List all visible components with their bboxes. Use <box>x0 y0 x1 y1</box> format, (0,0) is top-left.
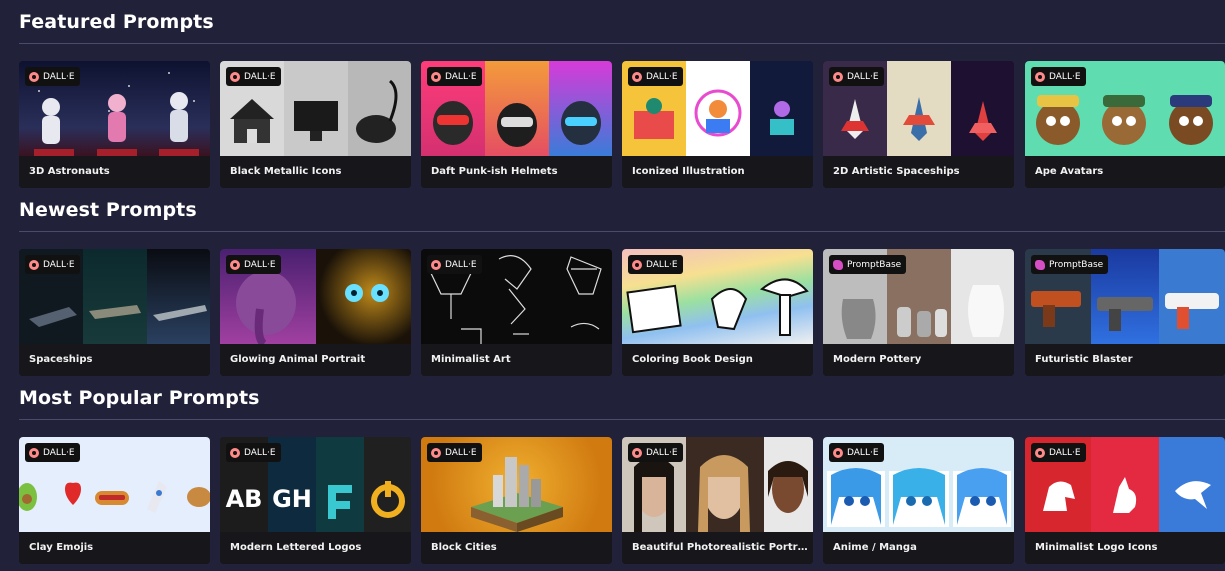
card-row-featured: DALL·E 3D Astronauts DALL·E Black Metall… <box>19 61 1225 188</box>
platform-badge: DALL·E <box>427 255 482 274</box>
prompt-card[interactable]: DALL·E Beautiful Photorealistic Portrait… <box>622 437 813 564</box>
platform-badge: DALL·E <box>226 443 281 462</box>
card-title: 3D Astronauts <box>19 156 210 188</box>
platform-badge: PromptBase <box>1031 255 1109 274</box>
prompt-card[interactable]: DALL·E Spaceships <box>19 249 210 376</box>
card-title: Glowing Animal Portrait <box>220 344 411 376</box>
card-title: Coloring Book Design <box>622 344 813 376</box>
dalle-icon <box>1035 71 1045 82</box>
card-title: Modern Pottery <box>823 344 1014 376</box>
dalle-icon <box>632 71 642 82</box>
prompt-card[interactable]: DALL·E Clay Emojis <box>19 437 210 564</box>
card-title: Iconized Illustration <box>622 156 813 188</box>
newest-section: Newest Prompts DALL·E Spaceships DALL·E … <box>0 199 1225 376</box>
prompt-card[interactable]: DALL·E Daft Punk-ish Helmets <box>421 61 612 188</box>
dalle-icon <box>632 447 642 458</box>
prompt-card[interactable]: DALL·E Iconized Illustration <box>622 61 813 188</box>
section-title-featured: Featured Prompts <box>19 11 214 33</box>
dalle-icon <box>431 71 441 82</box>
dalle-icon <box>29 259 39 270</box>
prompt-card[interactable]: PromptBase Futuristic Blaster <box>1025 249 1225 376</box>
card-title: Ape Avatars <box>1025 156 1225 188</box>
prompt-card[interactable]: DALL·E Minimalist Logo Icons <box>1025 437 1225 564</box>
platform-badge: DALL·E <box>628 443 683 462</box>
section-divider <box>19 419 1225 420</box>
dalle-icon <box>833 71 843 82</box>
prompt-card[interactable]: DALL·E Anime / Manga <box>823 437 1014 564</box>
dalle-icon <box>632 259 642 270</box>
most-popular-section: Most Popular Prompts DALL·E Clay Emojis <box>0 387 1225 571</box>
card-title: Black Metallic Icons <box>220 156 411 188</box>
platform-badge: DALL·E <box>25 255 80 274</box>
dalle-icon <box>1035 447 1045 458</box>
section-title-most-popular: Most Popular Prompts <box>19 387 260 409</box>
dalle-icon <box>230 447 240 458</box>
platform-badge: DALL·E <box>829 443 884 462</box>
card-title: Minimalist Art <box>421 344 612 376</box>
platform-badge: PromptBase <box>829 255 907 274</box>
dalle-icon <box>431 259 441 270</box>
prompt-card[interactable]: DALL·E Black Metallic Icons <box>220 61 411 188</box>
card-title: Anime / Manga <box>823 532 1014 564</box>
dalle-icon <box>230 71 240 82</box>
section-divider <box>19 231 1225 232</box>
prompt-card[interactable]: DALL·E Ape Avatars <box>1025 61 1225 188</box>
platform-badge: DALL·E <box>226 67 281 86</box>
section-title-newest: Newest Prompts <box>19 199 197 221</box>
platform-badge: DALL·E <box>427 67 482 86</box>
card-title: Modern Lettered Logos <box>220 532 411 564</box>
card-row-most-popular: DALL·E Clay Emojis AB GH DALL·E Modern L… <box>19 437 1225 564</box>
prompt-card[interactable]: AB GH DALL·E Modern Lettered Logos <box>220 437 411 564</box>
platform-badge: DALL·E <box>628 67 683 86</box>
prompt-card[interactable]: DALL·E Coloring Book Design <box>622 249 813 376</box>
section-divider <box>19 43 1225 44</box>
platform-badge: DALL·E <box>628 255 683 274</box>
dalle-icon <box>230 259 240 270</box>
prompt-card[interactable]: DALL·E Minimalist Art <box>421 249 612 376</box>
platform-badge: DALL·E <box>1031 443 1086 462</box>
featured-section: Featured Prompts DALL·E 3D Astronauts DA… <box>0 11 1225 188</box>
dalle-icon <box>29 447 39 458</box>
promptbase-icon <box>1035 259 1045 270</box>
prompt-card[interactable]: DALL·E 2D Artistic Spaceships <box>823 61 1014 188</box>
promptbase-icon <box>833 259 843 270</box>
dalle-icon <box>833 447 843 458</box>
dalle-icon <box>431 447 441 458</box>
dalle-icon <box>29 71 39 82</box>
card-title: Futuristic Blaster <box>1025 344 1225 376</box>
prompt-card[interactable]: DALL·E Glowing Animal Portrait <box>220 249 411 376</box>
card-title: Spaceships <box>19 344 210 376</box>
card-title: Beautiful Photorealistic Portraits of ..… <box>622 532 813 564</box>
platform-badge: DALL·E <box>25 67 80 86</box>
card-row-newest: DALL·E Spaceships DALL·E Glowing Animal … <box>19 249 1225 376</box>
card-title: Minimalist Logo Icons <box>1025 532 1225 564</box>
prompt-card[interactable]: PromptBase Modern Pottery <box>823 249 1014 376</box>
card-title: Block Cities <box>421 532 612 564</box>
platform-badge: DALL·E <box>226 255 281 274</box>
platform-badge: DALL·E <box>1031 67 1086 86</box>
card-title: Clay Emojis <box>19 532 210 564</box>
platform-badge: DALL·E <box>829 67 884 86</box>
card-title: Daft Punk-ish Helmets <box>421 156 612 188</box>
card-title: 2D Artistic Spaceships <box>823 156 1014 188</box>
platform-badge: DALL·E <box>427 443 482 462</box>
platform-badge: DALL·E <box>25 443 80 462</box>
prompt-card[interactable]: DALL·E 3D Astronauts <box>19 61 210 188</box>
prompt-card[interactable]: DALL·E Block Cities <box>421 437 612 564</box>
